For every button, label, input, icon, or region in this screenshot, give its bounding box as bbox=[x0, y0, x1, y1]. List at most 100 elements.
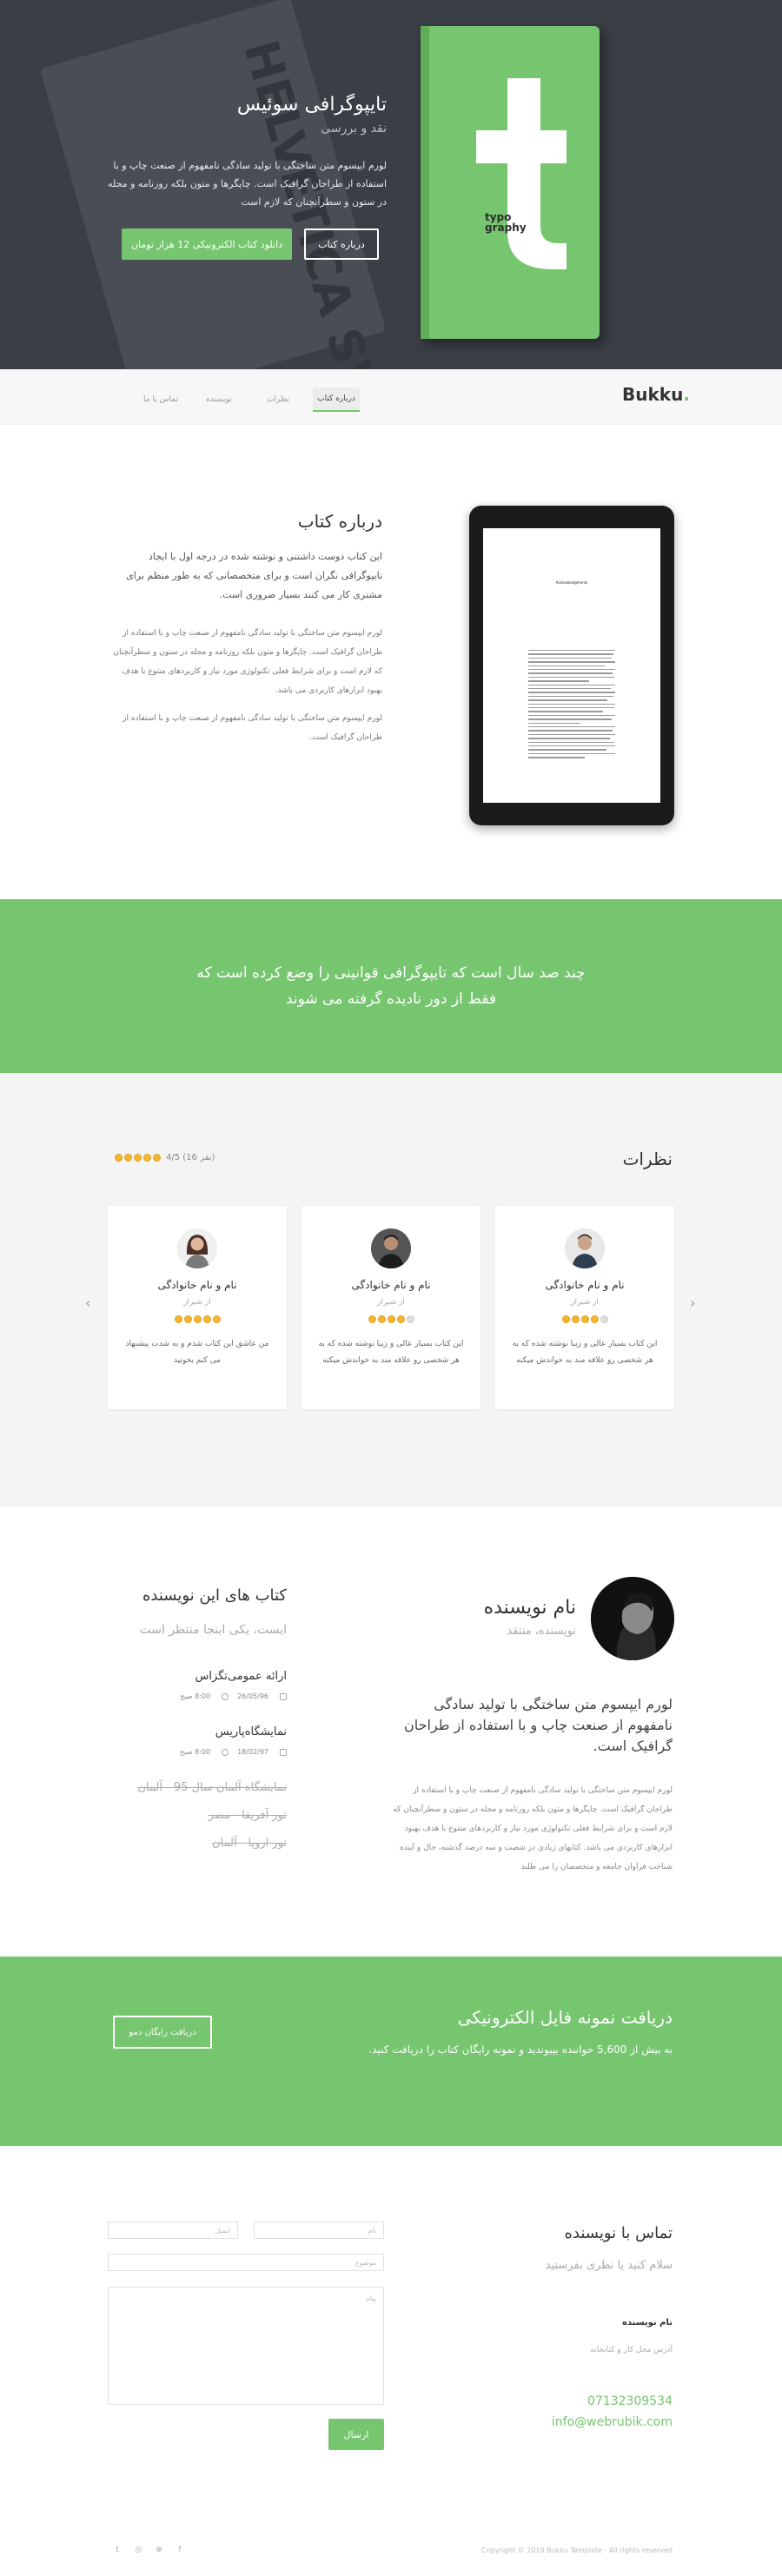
event-time: 8:00 صبح bbox=[180, 1692, 211, 1700]
star-icon bbox=[193, 1315, 202, 1323]
reviewer-name: نام و نام خانوادگی bbox=[351, 1279, 431, 1291]
download-title: دریافت نمونه فایل الکترونیکی bbox=[457, 2007, 673, 2028]
contact-label: نام نویسنده bbox=[621, 2318, 673, 2328]
star-icon bbox=[174, 1315, 182, 1323]
free-demo-button[interactable]: دریافت رایگان دمو bbox=[113, 2016, 212, 2049]
star-icon bbox=[368, 1315, 376, 1323]
nav-item-contact[interactable]: تماس با ما bbox=[139, 387, 182, 412]
twitter-icon[interactable]: t bbox=[113, 2546, 122, 2554]
hero-description: لورم ایپسوم متن ساختگی با تولید سادگی نا… bbox=[108, 160, 387, 208]
past-event: تور آفریقا - مصر bbox=[208, 1809, 287, 1822]
star-icon bbox=[590, 1315, 599, 1323]
about-paragraph-1: لورم ایپسوم متن ساختگی با تولید سادگی نا… bbox=[113, 629, 382, 695]
calendar-icon bbox=[280, 1692, 287, 1700]
send-button[interactable]: ارسال bbox=[328, 2419, 384, 2450]
star-icon bbox=[115, 1154, 123, 1162]
tablet-preview: Acknowledgments bbox=[469, 506, 674, 825]
nav-item-about[interactable]: درباره کتاب bbox=[313, 387, 360, 412]
event-time: 8:00 صبح bbox=[180, 1748, 211, 1756]
download-subtitle: به بیش از 5,600 خواننده بپیوندید و نمونه… bbox=[368, 2043, 673, 2056]
message-field[interactable]: پیام bbox=[108, 2287, 384, 2405]
avatar bbox=[177, 1228, 217, 1268]
about-title: درباره کتاب bbox=[297, 511, 382, 532]
about-lead: این کتاب دوست داشتنی و نوشته شده در درجه… bbox=[126, 551, 382, 600]
about-paragraph-2: لورم ایپسوم متن ساختگی با تولید سادگی نا… bbox=[123, 714, 382, 742]
contact-phone[interactable]: 07132309534 bbox=[587, 2394, 673, 2408]
event-date: 26/05/96 bbox=[237, 1692, 268, 1700]
tablet-page-title: Acknowledgments bbox=[555, 580, 588, 585]
tablet-screen: Acknowledgments bbox=[483, 528, 660, 803]
star-icon bbox=[183, 1315, 192, 1323]
review-card: نام و نام خانوادگی از شیراز این کتاب بسی… bbox=[495, 1206, 674, 1409]
author-lead: لورم ایپسوم متن ساختگی با تولید سادگی نا… bbox=[404, 1696, 673, 1754]
reviewer-city: از شیراز bbox=[377, 1298, 405, 1307]
book-cover-label: typo graphy bbox=[485, 211, 527, 234]
contact-email[interactable]: info@webrubik.com bbox=[552, 2415, 673, 2429]
reviewer-name: نام و نام خانوادگی bbox=[545, 1279, 625, 1291]
instagram-icon[interactable]: ◎ bbox=[134, 2546, 142, 2554]
quote-text: چند صد سال است که تایپوگرافی قوانینی را … bbox=[196, 964, 586, 1008]
reviewer-name: نام و نام خانوادگی bbox=[157, 1279, 237, 1291]
review-card: نام و نام خانوادگی از شیراز من عاشق این … bbox=[108, 1206, 287, 1409]
review-text: من عاشق این کتاب شدم و به شدت پیشنهاد می… bbox=[125, 1340, 269, 1365]
reviewer-city: از شیراز bbox=[571, 1298, 599, 1307]
star-icon bbox=[396, 1315, 405, 1323]
reviews-title: نظرات bbox=[622, 1149, 673, 1169]
about-book-button[interactable]: درباره کتاب bbox=[304, 228, 379, 260]
book-cover: typo graphy bbox=[421, 26, 600, 339]
star-icon bbox=[387, 1315, 395, 1323]
star-icon bbox=[212, 1315, 221, 1323]
star-icon bbox=[377, 1315, 386, 1323]
avatar bbox=[371, 1228, 411, 1268]
star-icon bbox=[571, 1315, 580, 1323]
author-photo bbox=[591, 1577, 674, 1660]
clock-icon bbox=[222, 1692, 229, 1700]
contact-address: آدرس محل کار و کتابخانه bbox=[590, 2346, 673, 2354]
author-bio: لورم ایپسوم متن ساختگی با تولید سادگی نا… bbox=[393, 1786, 673, 1871]
avatar bbox=[565, 1228, 605, 1268]
star-icon bbox=[124, 1154, 132, 1162]
copyright: Copyright © 2019 Bukku Template - All ri… bbox=[481, 2546, 673, 2554]
calendar-icon bbox=[280, 1748, 287, 1756]
star-icon bbox=[153, 1154, 161, 1162]
review-text: این کتاب بسیار عالی و زیبا نوشته شده که … bbox=[318, 1340, 464, 1365]
nav-item-author[interactable]: نویسنده bbox=[198, 387, 240, 412]
star-icon bbox=[580, 1315, 589, 1323]
subject-field[interactable]: موضوع bbox=[108, 2254, 384, 2271]
book-cover-t-logo bbox=[476, 78, 567, 269]
book-event-title[interactable]: ارائه عمومی‌تگزاس bbox=[196, 1670, 287, 1683]
star-icon bbox=[406, 1315, 414, 1323]
star-icon bbox=[600, 1315, 608, 1323]
review-stars bbox=[495, 1315, 674, 1323]
overall-rating: 4/5 (16 نفر) bbox=[115, 1153, 215, 1162]
logo[interactable]: Bukku. bbox=[622, 384, 690, 405]
background-book-text: HELVETICA SWISS STYLE bbox=[233, 34, 464, 369]
download-ebook-button[interactable]: دانلود کتاب الکترونیکی 12 هزار تومان bbox=[122, 228, 292, 260]
star-icon bbox=[202, 1315, 211, 1323]
prev-arrow-icon[interactable]: ‹ bbox=[85, 1295, 90, 1311]
author-role: نویسنده، منتقد bbox=[507, 1625, 576, 1638]
facebook-icon[interactable]: f bbox=[176, 2546, 184, 2554]
contact-title: تماس با نویسنده bbox=[564, 2224, 673, 2242]
dribbble-icon[interactable]: ⊕ bbox=[155, 2546, 163, 2554]
email-field[interactable]: ایمیل bbox=[108, 2222, 238, 2239]
reviewer-city: از شیراز bbox=[183, 1298, 211, 1307]
rating-text: 4/5 (16 نفر) bbox=[166, 1153, 215, 1162]
star-icon bbox=[561, 1315, 570, 1323]
name-field[interactable]: نام bbox=[254, 2222, 384, 2239]
nav-item-reviews[interactable]: نظرات bbox=[261, 387, 295, 412]
author-books-subtitle: ایست، یکی اینجا منتظر است bbox=[139, 1623, 287, 1637]
past-event: نمایشگاه آلمان سال 95 - آلمان bbox=[137, 1781, 287, 1794]
book-event-meta: 26/05/96 8:00 صبح bbox=[180, 1692, 287, 1700]
contact-subtitle: سلام کنید یا نظری بفرستید bbox=[545, 2259, 673, 2272]
clock-icon bbox=[222, 1748, 229, 1756]
overall-rating-stars bbox=[115, 1154, 161, 1162]
next-arrow-icon[interactable]: › bbox=[690, 1295, 695, 1311]
review-text: این کتاب بسیار عالی و زیبا نوشته شده که … bbox=[512, 1340, 658, 1365]
review-card: نام و نام خانوادگی از شیراز این کتاب بسی… bbox=[302, 1206, 480, 1409]
star-icon bbox=[134, 1154, 142, 1162]
past-event: تور اروپا - آلمان bbox=[211, 1837, 287, 1850]
hero-title: تایپوگرافی سوئیس bbox=[236, 94, 387, 116]
book-event-meta: 18/02/97 8:00 صبح bbox=[180, 1748, 287, 1756]
book-event-title[interactable]: نمایشگاه‌پاریس bbox=[215, 1725, 287, 1738]
